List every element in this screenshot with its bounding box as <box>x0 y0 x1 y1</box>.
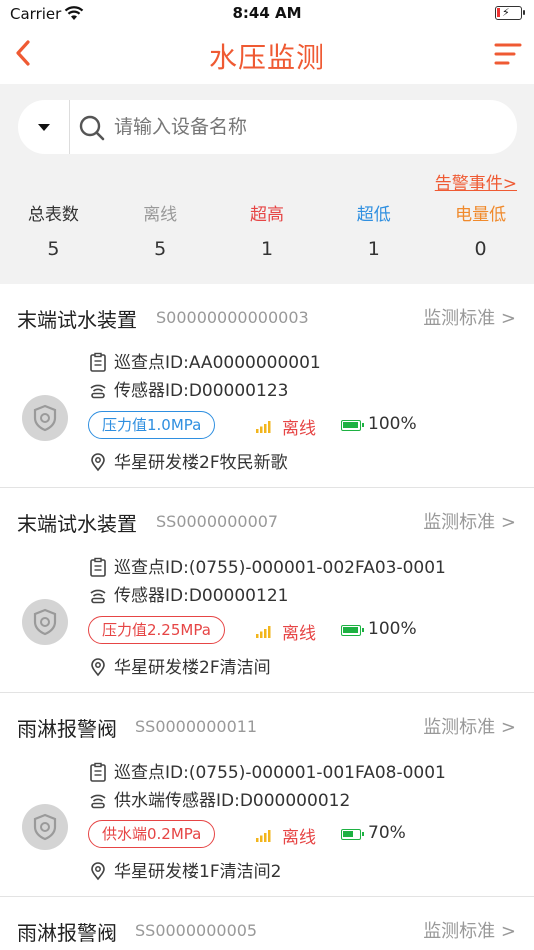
nav-bar: 水压监测 <box>0 28 534 84</box>
monitoring-standard-link[interactable]: 监测标准 > <box>423 304 516 330</box>
battery-level: 100% <box>368 414 417 434</box>
stat-offline[interactable]: 离线 5 <box>107 202 214 272</box>
clipboard-icon <box>90 352 106 372</box>
location-row: 华星研发楼2F清洁间 <box>88 653 271 678</box>
stat-label: 离线 <box>143 205 178 225</box>
checkpoint-row: 巡查点ID:(0755)-000001-002FA03-0001 <box>88 553 446 578</box>
battery-icon <box>341 420 364 431</box>
page-title: 水压监测 <box>208 41 325 74</box>
battery-charging-icon: ⚡ <box>495 6 525 20</box>
battery-fill <box>343 627 358 633</box>
device-name: 末端试水装置 <box>17 308 137 332</box>
checkpoint-id: 巡查点ID:(0755)-000001-002FA03-0001 <box>114 558 446 578</box>
sensor-id: 传感器ID:D00000123 <box>114 381 289 401</box>
battery-level: 100% <box>368 619 417 639</box>
device-card[interactable]: 末端试水装置 S00000000000003 监测标准 > 巡查点ID:AA00… <box>0 284 534 488</box>
location-row: 华星研发楼2F牧民新歌 <box>88 448 288 473</box>
checkpoint-id: 巡查点ID:AA0000000001 <box>114 353 321 373</box>
device-card[interactable]: 末端试水装置 SS0000000007 监测标准 > 巡查点ID:(0755)-… <box>0 488 534 693</box>
stat-value: 1 <box>367 238 380 260</box>
battery-fill <box>343 422 358 428</box>
battery-icon <box>341 829 364 840</box>
divider <box>69 100 70 154</box>
sensor-icon <box>90 589 106 604</box>
stat-label: 超低 <box>356 205 391 225</box>
stat-too-low[interactable]: 超低 1 <box>320 202 427 272</box>
filter-area: 告警事件> 总表数 5 离线 5 超高 1 超低 1 电量低 0 <box>0 84 534 284</box>
monitoring-standard-link[interactable]: 监测标准 > <box>423 508 516 534</box>
sensor-id: 供水端传感器ID:D000000012 <box>114 791 351 811</box>
checkpoint-id: 巡查点ID:(0755)-000001-001FA08-0001 <box>114 763 446 783</box>
device-avatar <box>22 804 68 850</box>
stat-value: 5 <box>154 238 167 260</box>
location-row: 华星研发楼1F清洁间2 <box>88 857 282 882</box>
checkpoint-row: 巡查点ID:AA0000000001 <box>88 348 321 373</box>
alarm-events-link[interactable]: 告警事件> <box>435 169 517 194</box>
signal-icon <box>256 421 271 433</box>
device-code: SS0000000011 <box>135 717 258 736</box>
search-icon <box>79 115 105 141</box>
shield-icon <box>33 813 57 841</box>
connection-status: 离线 <box>282 624 316 644</box>
location: 华星研发楼2F牧民新歌 <box>114 453 288 473</box>
status-bar: Carrier 8:44 AM ⚡ <box>0 0 534 28</box>
shield-icon <box>33 608 57 636</box>
checkpoint-row: 巡查点ID:(0755)-000001-001FA08-0001 <box>88 758 446 783</box>
clock: 8:44 AM <box>232 4 302 22</box>
battery-icon <box>341 625 364 636</box>
stat-value: 0 <box>474 238 487 260</box>
stats-row: 总表数 5 离线 5 超高 1 超低 1 电量低 0 <box>0 202 534 272</box>
sensor-icon <box>90 384 106 399</box>
pressure-badge: 压力值2.25MPa <box>88 616 225 644</box>
stat-label: 电量低 <box>455 205 507 225</box>
stat-label: 总表数 <box>27 205 79 225</box>
stat-value: 1 <box>260 238 274 260</box>
stat-total[interactable]: 总表数 5 <box>0 202 107 272</box>
device-code: SS0000000007 <box>156 512 279 531</box>
location: 华星研发楼2F清洁间 <box>114 658 271 678</box>
monitoring-standard-link[interactable]: 监测标准 > <box>423 917 516 943</box>
connection-status: 离线 <box>282 419 316 439</box>
pressure-badge: 供水端0.2MPa <box>88 820 216 848</box>
device-code: S00000000000003 <box>156 308 309 327</box>
device-name: 末端试水装置 <box>17 512 137 536</box>
device-avatar <box>22 599 68 645</box>
battery-fill <box>343 831 353 837</box>
stat-low-battery[interactable]: 电量低 0 <box>427 202 534 272</box>
filter-lines-icon[interactable] <box>492 40 522 68</box>
shield-icon <box>33 404 57 432</box>
device-avatar <box>22 395 68 441</box>
clipboard-icon <box>90 557 106 577</box>
device-name: 雨淋报警阀 <box>17 921 117 945</box>
stat-value: 5 <box>47 238 60 260</box>
connection-status: 离线 <box>282 828 316 848</box>
search-input[interactable] <box>114 112 494 142</box>
location-pin-icon <box>91 658 105 677</box>
sensor-row: 传感器ID:D00000121 <box>88 581 289 606</box>
stat-label: 超高 <box>249 205 284 225</box>
signal-icon <box>256 830 271 842</box>
pressure-badge: 压力值1.0MPa <box>88 411 216 439</box>
clipboard-icon <box>90 762 106 782</box>
sensor-row: 供水端传感器ID:D000000012 <box>88 786 351 811</box>
sensor-row: 传感器ID:D00000123 <box>88 376 289 401</box>
device-card[interactable]: 雨淋报警阀 SS0000000005 监测标准 > <box>0 897 534 950</box>
signal-icon <box>256 626 271 638</box>
battery-level: 70% <box>368 823 406 843</box>
sensor-icon <box>90 794 106 809</box>
stat-too-high[interactable]: 超高 1 <box>214 202 321 272</box>
search-type-dropdown[interactable] <box>18 100 70 154</box>
search-bar <box>18 100 517 154</box>
location-pin-icon <box>91 862 105 881</box>
caret-down-icon <box>38 124 50 131</box>
location-pin-icon <box>91 453 105 472</box>
device-card[interactable]: 雨淋报警阀 SS0000000011 监测标准 > 巡查点ID:(0755)-0… <box>0 693 534 897</box>
device-name: 雨淋报警阀 <box>17 717 117 741</box>
device-code: SS0000000005 <box>135 921 258 940</box>
monitoring-standard-link[interactable]: 监测标准 > <box>423 713 516 739</box>
location: 华星研发楼1F清洁间2 <box>114 862 282 882</box>
sensor-id: 传感器ID:D00000121 <box>114 586 289 606</box>
